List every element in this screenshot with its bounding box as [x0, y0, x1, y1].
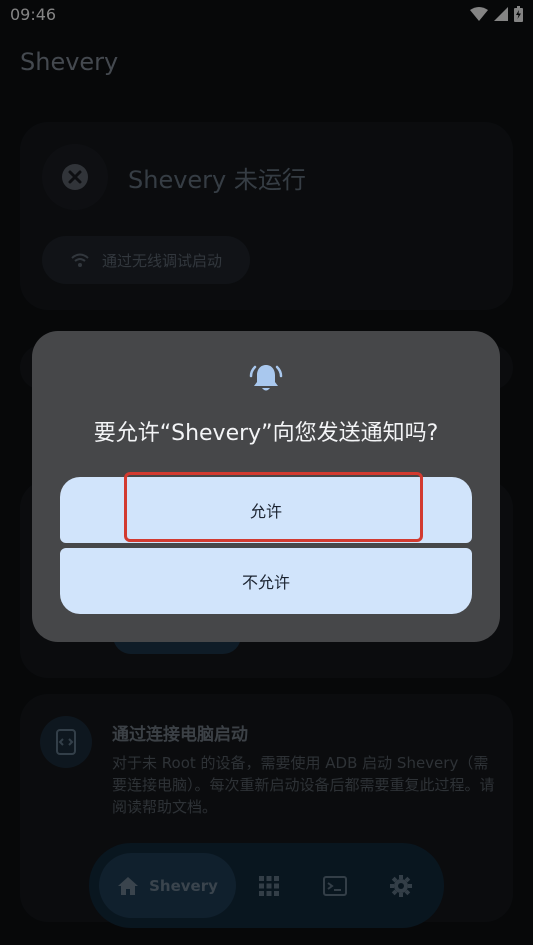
deny-button[interactable]: 不允许: [60, 548, 472, 614]
notification-bell-icon: [249, 365, 283, 391]
dialog-title: 要允许“Shevery”向您发送通知吗?: [93, 421, 439, 446]
allow-button-highlight: [124, 472, 423, 542]
deny-button-label: 不允许: [241, 573, 290, 592]
